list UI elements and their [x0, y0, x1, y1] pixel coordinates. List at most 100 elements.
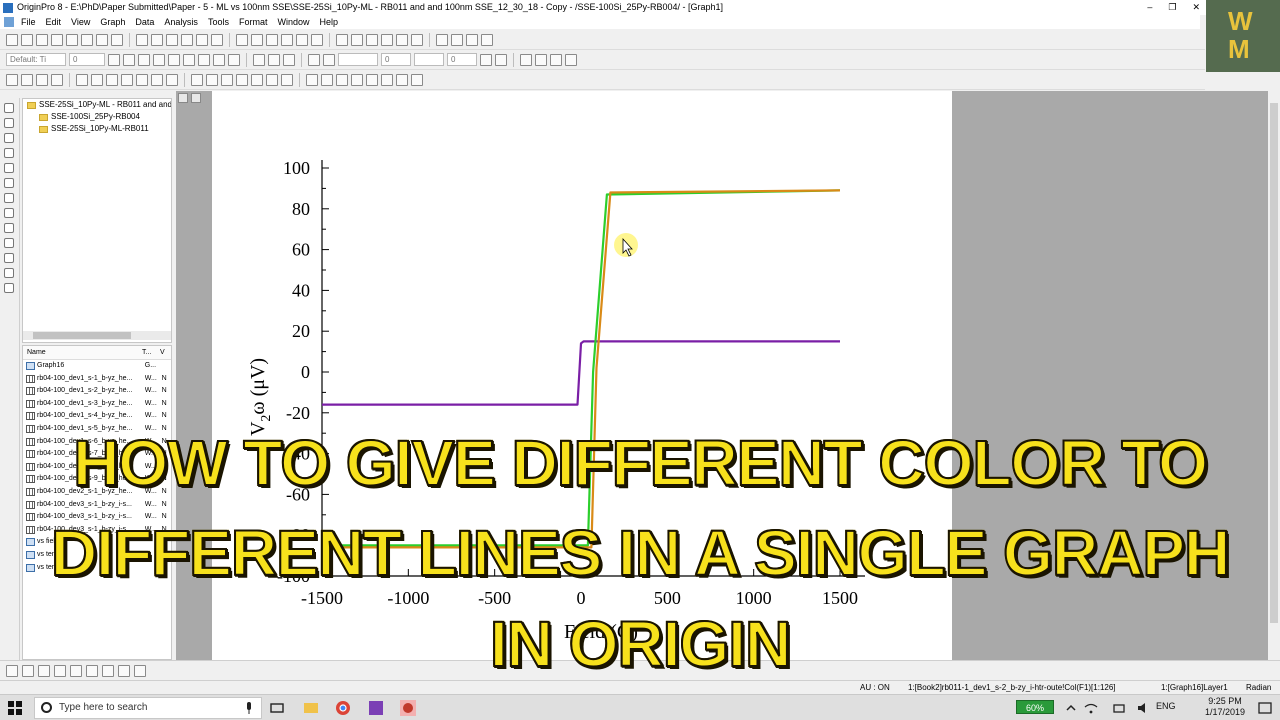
file-list-item[interactable]: rb04-100_dev1_s-2_b-yz_he... W... N	[23, 385, 171, 398]
hatch-icon[interactable]	[480, 53, 492, 66]
y-axis-icon[interactable]	[396, 73, 408, 86]
recalculate-icon[interactable]	[336, 33, 348, 46]
menu-tools[interactable]: Tools	[203, 15, 234, 29]
add-column-icon[interactable]	[436, 33, 448, 46]
open-template-icon[interactable]	[151, 33, 163, 46]
new-project-icon[interactable]	[6, 33, 18, 46]
scrollbar-thumb[interactable]	[33, 332, 131, 339]
import-wizard-icon[interactable]	[266, 33, 278, 46]
taskbar-search-box[interactable]: Type here to search	[34, 697, 262, 719]
help-icon[interactable]	[411, 33, 423, 46]
windows-start-icon[interactable]	[8, 701, 22, 715]
tree-folder-rb004[interactable]: SSE-100Si_25Py-RB004	[23, 111, 171, 123]
draw-data-icon[interactable]	[4, 193, 14, 203]
line-symbol-icon[interactable]	[221, 73, 233, 86]
menu-data[interactable]: Data	[130, 15, 159, 29]
close-button[interactable]: ✕	[1192, 0, 1200, 15]
area-plot-icon[interactable]	[281, 73, 293, 86]
command-window-icon[interactable]	[381, 33, 393, 46]
results-log-icon[interactable]	[366, 33, 378, 46]
decrease-font-icon[interactable]	[213, 53, 225, 66]
font-color-icon[interactable]	[228, 53, 240, 66]
superscript-icon[interactable]	[153, 53, 165, 66]
plot-3d-icon[interactable]	[306, 73, 318, 86]
code-builder-icon[interactable]	[396, 33, 408, 46]
tilt-icon[interactable]	[366, 73, 378, 86]
column-header-view[interactable]: V	[156, 346, 166, 359]
import-ascii-icon[interactable]	[236, 33, 248, 46]
move-left-icon[interactable]	[451, 33, 463, 46]
new-workbook-icon[interactable]	[21, 33, 33, 46]
save-project-icon[interactable]	[181, 33, 193, 46]
border-icon[interactable]	[495, 53, 507, 66]
file-list-item[interactable]: rb04-100_dev1_s-1_b-yz_he... W... N	[23, 373, 171, 386]
pointer-icon[interactable]	[4, 103, 14, 113]
layer-manager-icon[interactable]	[121, 73, 133, 86]
layer-2-tab-icon[interactable]	[191, 93, 201, 103]
network-icon[interactable]	[1110, 699, 1128, 717]
arrow-right-icon[interactable]	[481, 33, 493, 46]
wifi-icon[interactable]	[1082, 699, 1100, 717]
align-center-icon[interactable]	[268, 53, 280, 66]
bold-icon[interactable]	[108, 53, 120, 66]
menu-graph[interactable]: Graph	[95, 15, 130, 29]
line-color-icon[interactable]	[323, 53, 335, 66]
tree-horizontal-scrollbar[interactable]	[23, 331, 171, 340]
visual-studio-icon[interactable]	[367, 699, 385, 717]
file-list-item[interactable]: rb04-100_dev1_s-3_b-yz_he... W... N	[23, 398, 171, 411]
scale-icon[interactable]	[4, 133, 14, 143]
file-list-item[interactable]: rb04-100_dev1_s-4_b-yz_he... W... N	[23, 410, 171, 423]
battery-indicator[interactable]: 60%	[1016, 700, 1054, 714]
maximize-button[interactable]: ❐	[1168, 0, 1176, 15]
underline-icon[interactable]	[138, 53, 150, 66]
new-excel-icon[interactable]	[36, 33, 48, 46]
pie-plot-icon[interactable]	[266, 73, 278, 86]
pattern-dropdown[interactable]	[414, 53, 444, 66]
menu-file[interactable]: File	[16, 15, 41, 29]
file-list-item[interactable]: rb04-100_dev3_s-1_b-zy_i-s... W... N	[23, 499, 171, 512]
tree-folder-rb011[interactable]: SSE-25Si_10Py-ML-RB011	[23, 123, 171, 135]
graph-doc-icon[interactable]	[4, 17, 14, 27]
layer-1-tab-icon[interactable]	[178, 93, 188, 103]
task-view-icon[interactable]	[268, 699, 286, 717]
back-icon[interactable]	[565, 53, 577, 66]
whole-page-icon[interactable]	[36, 73, 48, 86]
zoom-out-icon[interactable]	[21, 73, 33, 86]
fill-value-dropdown[interactable]: 0	[447, 53, 477, 66]
fill-color-icon[interactable]	[308, 53, 320, 66]
zoom-in-icon[interactable]	[6, 73, 18, 86]
timestamp-icon[interactable]	[166, 73, 178, 86]
column-plot-icon[interactable]	[236, 73, 248, 86]
language-indicator[interactable]: ENG	[1156, 701, 1176, 711]
column-header-type[interactable]: T...	[138, 346, 156, 359]
contour-icon[interactable]	[321, 73, 333, 86]
open-icon[interactable]	[136, 33, 148, 46]
file-explorer-icon[interactable]	[302, 699, 320, 717]
new-legend-icon[interactable]	[136, 73, 148, 86]
project-explorer-icon[interactable]	[351, 33, 363, 46]
microphone-icon[interactable]	[240, 699, 258, 717]
taskbar-clock[interactable]: 9:25 PM 1/17/2019	[1200, 696, 1250, 718]
arrow-tool-icon[interactable]	[4, 253, 14, 263]
mask-icon[interactable]	[4, 223, 14, 233]
x-axis-icon[interactable]	[381, 73, 393, 86]
save-window-icon[interactable]	[196, 33, 208, 46]
font-name-dropdown[interactable]: Default: Ti	[6, 53, 66, 66]
menu-format[interactable]: Format	[234, 15, 273, 29]
region-of-interest-icon[interactable]	[4, 208, 14, 218]
move-right-icon[interactable]	[466, 33, 478, 46]
subscript-icon[interactable]	[168, 53, 180, 66]
new-layout-icon[interactable]	[96, 33, 108, 46]
front-icon[interactable]	[550, 53, 562, 66]
line-tool-icon[interactable]	[4, 268, 14, 278]
z-axis-icon[interactable]	[411, 73, 423, 86]
volume-icon[interactable]	[1134, 699, 1152, 717]
line-style-dropdown[interactable]	[338, 53, 378, 66]
menu-analysis[interactable]: Analysis	[159, 15, 203, 29]
origin-taskbar-icon[interactable]	[399, 699, 417, 717]
group-icon[interactable]	[520, 53, 532, 66]
screen-reader-icon[interactable]	[4, 148, 14, 158]
align-right-icon[interactable]	[283, 53, 295, 66]
save-template-icon[interactable]	[211, 33, 223, 46]
rotate-icon[interactable]	[351, 73, 363, 86]
